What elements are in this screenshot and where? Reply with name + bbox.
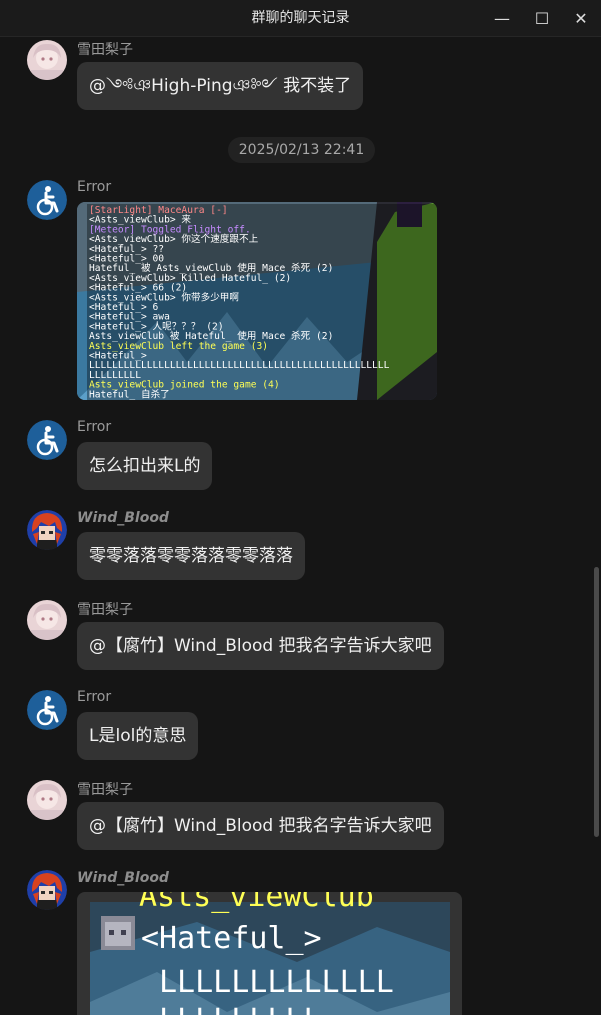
minimize-button[interactable]: — <box>482 0 522 36</box>
sender-name: Wind_Blood <box>77 510 169 526</box>
snow-avatar[interactable] <box>27 780 67 820</box>
zoomed-name-text: <Hateful_> <box>141 921 322 956</box>
sender-name: Error <box>77 179 112 195</box>
message-bubble[interactable]: 零零落落零零落落零零落落 <box>77 532 305 580</box>
scrollbar[interactable] <box>592 37 601 1015</box>
sender-name: 雪田梨子 <box>77 602 133 618</box>
minimize-icon: — <box>494 8 510 28</box>
message-bubble[interactable]: @【腐竹】Wind_Blood 把我名字告诉大家吧 <box>77 622 444 670</box>
game-chat-line: Hateful_ 自杀了 <box>89 388 170 400</box>
zoomed-screenshot-image[interactable]: Asts_viewClub <Hateful_> LLLLLLLLLLLLL L… <box>77 892 462 1015</box>
timestamp-divider: 2025/02/13 22:41 <box>228 137 375 163</box>
pixel-head-icon <box>101 916 135 950</box>
wheelchair-icon[interactable] <box>27 690 67 730</box>
title-bar: 群聊的聊天记录 — ☐ ✕ <box>0 0 601 37</box>
zoomed-header-text: Asts_viewClub <box>139 892 374 914</box>
wheelchair-icon[interactable] <box>27 180 67 220</box>
close-icon: ✕ <box>574 8 588 28</box>
message-bubble[interactable]: 怎么扣出来L的 <box>77 442 213 490</box>
game-screenshot-image[interactable]: [StarLight] MaceAura [-] <Asts_viewClub> … <box>77 202 437 400</box>
sender-name: Error <box>77 419 112 435</box>
sender-name: Wind_Blood <box>77 870 169 886</box>
wheelchair-icon[interactable] <box>27 420 67 460</box>
sender-name: 雪田梨子 <box>77 42 133 58</box>
scrollbar-thumb[interactable] <box>594 567 599 837</box>
sender-name: Error <box>77 689 112 705</box>
snow-avatar[interactable] <box>27 600 67 640</box>
maximize-button[interactable]: ☐ <box>522 0 562 36</box>
maximize-icon: ☐ <box>534 8 550 28</box>
red-hair-character-avatar[interactable] <box>27 870 67 910</box>
message-bubble[interactable]: L是lol的意思 <box>77 712 199 760</box>
sender-name: 雪田梨子 <box>77 782 133 798</box>
zoomed-line2-text: LLLLLLLLL <box>159 1003 322 1015</box>
red-hair-character-avatar[interactable] <box>27 510 67 550</box>
message-bubble[interactable]: @༺ঞHigh-Pingঞ༻ 我不装了 <box>77 62 364 110</box>
zoomed-line1-text: LLLLLLLLLLLLL <box>159 965 394 1000</box>
snow-avatar[interactable] <box>27 40 67 80</box>
close-button[interactable]: ✕ <box>561 0 601 36</box>
chat-history[interactable]: 雪田梨子 @༺ঞHigh-Pingঞ༻ 我不装了 2025/02/13 22:4… <box>0 37 590 1015</box>
message-bubble[interactable]: @【腐竹】Wind_Blood 把我名字告诉大家吧 <box>77 802 444 850</box>
